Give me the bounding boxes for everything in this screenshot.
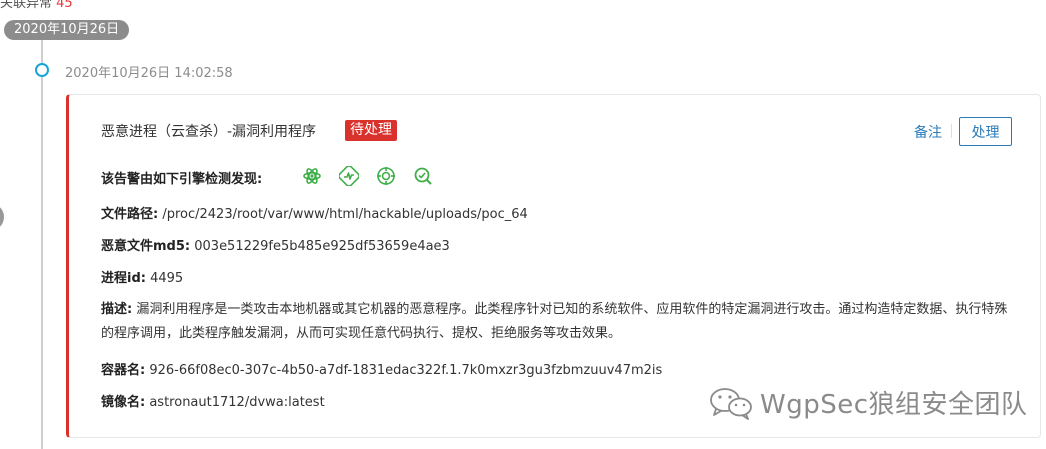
timeline-dot-icon [35, 63, 49, 77]
target-engine-icon[interactable] [376, 166, 396, 186]
description-value: 漏洞利用程序是一类攻击本地机器或其它机器的恶意程序。此类程序针对已知的系统软件、… [101, 302, 1008, 341]
related-anomaly-count-partial: 关联异常 45 [0, 0, 73, 11]
image-label: 镜像名: [101, 395, 146, 410]
file-path-value: /proc/2423/root/var/www/html/hackable/up… [162, 207, 528, 222]
pid-value: 4495 [150, 271, 184, 286]
file-path-label: 文件路径: [101, 207, 159, 222]
description-row: 描述: 漏洞利用程序是一类攻击本地机器或其它机器的恶意程序。此类程序针对已知的系… [101, 298, 1016, 346]
watermark-text: WgpSec狼组安全团队 [760, 390, 1028, 420]
process-button[interactable]: 处理 [959, 117, 1012, 146]
related-anomaly-label: 关联异常 [0, 0, 53, 11]
wechat-logo-icon [710, 388, 752, 420]
engine-label: 该告警由如下引擎检测发现: [101, 172, 263, 187]
container-label: 容器名: [101, 363, 146, 378]
container-value: 926-66f08ec0-307c-4b50-a7df-1831edac322f… [149, 363, 663, 378]
image-row: 镜像名: astronaut1712/dvwa:latest [101, 391, 325, 410]
file-path-row: 文件路径: /proc/2423/root/var/www/html/hacka… [101, 203, 528, 222]
date-group-pill: 2020年10月26日 [4, 20, 130, 40]
alert-title: 恶意进程（云查杀）-漏洞利用程序 [101, 124, 317, 140]
image-value: astronaut1712/dvwa:latest [149, 395, 325, 410]
md5-label: 恶意文件md5: [101, 239, 191, 254]
md5-value: 003e51229fe5b485e925df53659e4ae3 [194, 239, 450, 254]
description-label: 描述: [101, 302, 133, 317]
pulse-engine-icon[interactable] [339, 166, 359, 186]
related-anomaly-count: 45 [56, 0, 73, 11]
engine-row: 该告警由如下引擎检测发现: [101, 168, 262, 187]
scan-engine-icon[interactable] [413, 166, 433, 186]
action-divider [951, 124, 952, 138]
timeline-line [41, 40, 43, 449]
event-timestamp: 2020年10月26日 14:02:58 [65, 66, 233, 81]
pid-row: 进程id: 4495 [101, 267, 183, 286]
atom-engine-icon[interactable] [302, 166, 322, 186]
md5-row: 恶意文件md5: 003e51229fe5b485e925df53659e4ae… [101, 235, 450, 254]
side-scroll-handle[interactable] [0, 203, 4, 231]
status-badge: 待处理 [345, 120, 397, 141]
pid-label: 进程id: [101, 271, 146, 286]
note-link[interactable]: 备注 [914, 122, 942, 142]
container-row: 容器名: 926-66f08ec0-307c-4b50-a7df-1831eda… [101, 359, 662, 378]
